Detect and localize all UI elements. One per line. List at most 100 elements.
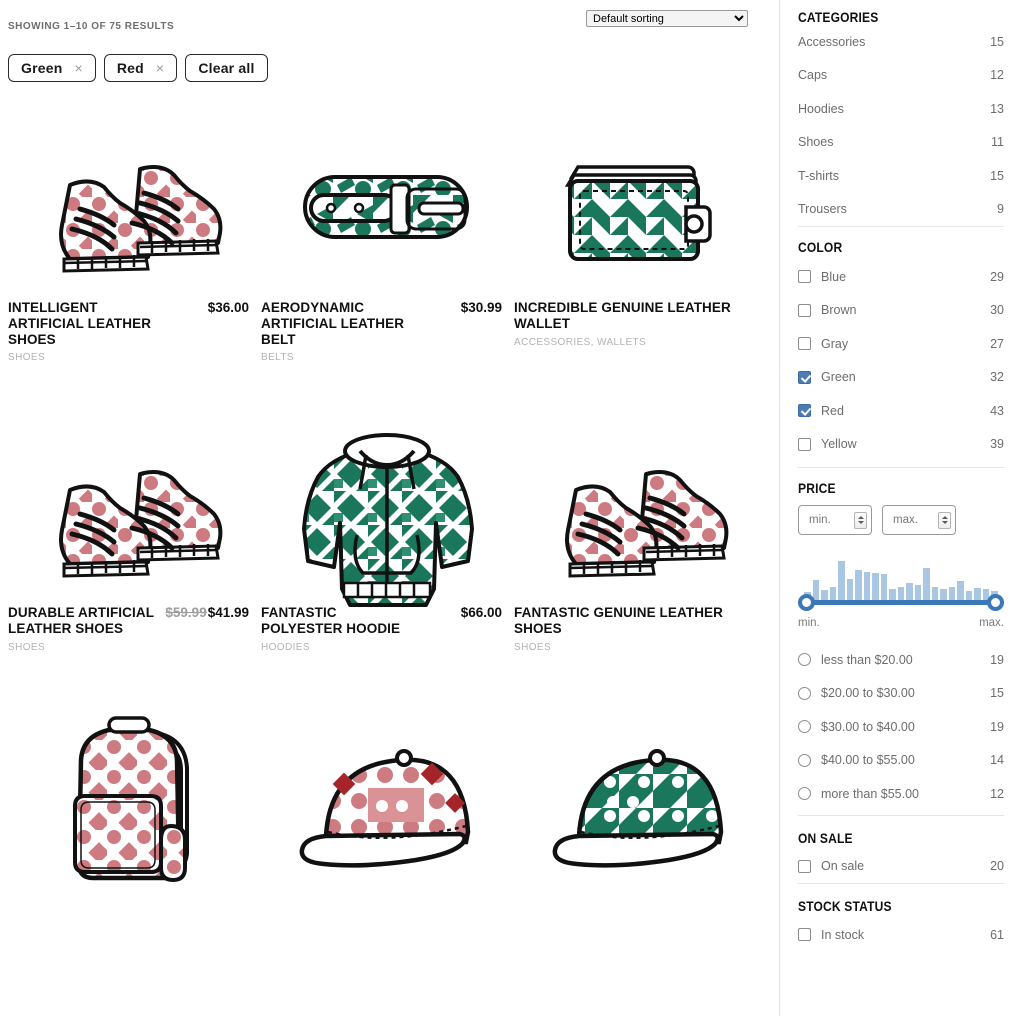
product-card[interactable]: AERODYNAMIC ARTIFICIAL LEATHER BELT BELT… xyxy=(261,120,514,363)
product-image-hoodie-green[interactable] xyxy=(261,425,514,607)
product-title[interactable]: DURABLE ARTIFICIAL LEATHER SHOES xyxy=(8,605,160,637)
radio-icon[interactable] xyxy=(798,787,811,801)
product-meta: FANTASTIC POLYESTER HOODIE HOODIES $66.0… xyxy=(261,605,514,653)
price-range-label: less than $20.00 xyxy=(821,652,913,667)
price-range-40-55[interactable]: $40.00 to $55.00 14 xyxy=(798,744,1004,778)
sidebar-item-caps[interactable]: Caps 12 xyxy=(798,59,1004,93)
price-min-field[interactable] xyxy=(798,505,872,535)
product-card[interactable]: FANTASTIC POLYESTER HOODIE HOODIES $66.0… xyxy=(261,425,514,653)
sidebar-item-hoodies[interactable]: Hoodies 13 xyxy=(798,92,1004,126)
stepper-icon[interactable] xyxy=(938,511,951,529)
checkbox-icon-checked[interactable] xyxy=(798,370,811,384)
price-histogram-slider[interactable] xyxy=(798,559,1004,613)
filter-chip-red[interactable]: Red × xyxy=(103,54,178,82)
radio-icon[interactable] xyxy=(798,720,811,734)
on-sale-filter[interactable]: On sale 20 xyxy=(798,850,1004,884)
product-card[interactable] xyxy=(8,713,261,903)
checkbox-icon[interactable] xyxy=(798,437,811,451)
product-categories: SHOES xyxy=(8,352,46,364)
category-label: Trousers xyxy=(798,202,847,217)
checkbox-icon[interactable] xyxy=(798,270,811,284)
product-meta: DURABLE ARTIFICIAL LEATHER SHOES SHOES $… xyxy=(8,605,261,653)
price-range-under-20[interactable]: less than $20.00 19 xyxy=(798,643,1004,677)
price-min-input[interactable] xyxy=(807,513,851,527)
product-image-backpack-red[interactable] xyxy=(8,713,261,898)
price-histogram xyxy=(798,559,1004,601)
in-stock-filter[interactable]: In stock 61 xyxy=(798,918,1004,952)
checkbox-icon[interactable] xyxy=(798,303,811,317)
product-image-cap-green[interactable] xyxy=(514,713,767,898)
filter-section-stock-status: STOCK STATUS In stock 61 xyxy=(798,884,1004,952)
price-range-20-30[interactable]: $20.00 to $30.00 15 xyxy=(798,677,1004,711)
product-image-belt-green[interactable] xyxy=(261,120,514,300)
slider-handle-min[interactable] xyxy=(798,594,815,611)
price-max-field[interactable] xyxy=(882,505,956,535)
product-title[interactable]: INTELLIGENT ARTIFICIAL LEATHER SHOES xyxy=(8,300,160,347)
product-categories: ACCESSORIES, WALLETS xyxy=(514,336,647,348)
price-max-input[interactable] xyxy=(891,513,935,527)
product-card[interactable]: DURABLE ARTIFICIAL LEATHER SHOES SHOES $… xyxy=(8,425,261,653)
histogram-bar xyxy=(897,587,905,601)
color-filter-blue[interactable]: Blue 29 xyxy=(798,260,1004,294)
product-price: $30.99 xyxy=(460,300,502,315)
sidebar-item-trousers[interactable]: Trousers 9 xyxy=(798,193,1004,227)
color-label: Blue xyxy=(821,269,847,284)
color-filter-red[interactable]: Red 43 xyxy=(798,394,1004,428)
histogram-bar xyxy=(863,572,871,601)
stepper-icon[interactable] xyxy=(854,511,867,529)
slider-handle-max[interactable] xyxy=(987,594,1004,611)
histogram-bar xyxy=(838,561,845,601)
sidebar-item-shoes[interactable]: Shoes 11 xyxy=(798,126,1004,160)
color-filter-gray[interactable]: Gray 27 xyxy=(798,327,1004,361)
radio-icon[interactable] xyxy=(798,686,811,700)
product-price: $66.00 xyxy=(460,605,502,621)
sidebar-item-accessories[interactable]: Accessories 15 xyxy=(798,25,1004,59)
product-card[interactable] xyxy=(261,713,514,903)
product-categories: HOODIES xyxy=(261,641,310,653)
slider-track[interactable] xyxy=(798,600,1004,605)
color-count: 43 xyxy=(990,403,1004,418)
category-count: 13 xyxy=(990,101,1004,116)
checkbox-icon-checked[interactable] xyxy=(798,404,811,418)
clear-all-button[interactable]: Clear all xyxy=(185,54,268,82)
product-image-shoes-red[interactable] xyxy=(8,425,261,605)
product-card[interactable]: FANTASTIC GENUINE LEATHER SHOES SHOES xyxy=(514,425,767,653)
color-count: 29 xyxy=(990,269,1004,284)
product-title[interactable]: FANTASTIC GENUINE LEATHER SHOES xyxy=(514,605,742,637)
product-card[interactable]: INCREDIBLE GENUINE LEATHER WALLET ACCESS… xyxy=(514,120,767,363)
color-filter-brown[interactable]: Brown 30 xyxy=(798,294,1004,328)
product-image-shoes-red[interactable] xyxy=(514,425,767,605)
category-count: 15 xyxy=(990,168,1004,183)
color-filter-green[interactable]: Green 32 xyxy=(798,361,1004,395)
close-icon[interactable]: × xyxy=(156,61,164,75)
product-title[interactable]: FANTASTIC POLYESTER HOODIE xyxy=(261,605,413,637)
radio-icon[interactable] xyxy=(798,653,811,667)
product-row xyxy=(8,713,771,903)
price-range-over-55[interactable]: more than $55.00 12 xyxy=(798,777,1004,811)
checkbox-icon[interactable] xyxy=(798,859,811,873)
product-title[interactable]: AERODYNAMIC ARTIFICIAL LEATHER BELT xyxy=(261,300,413,347)
color-filter-yellow[interactable]: Yellow 39 xyxy=(798,428,1004,462)
sidebar-item-tshirts[interactable]: T-shirts 15 xyxy=(798,159,1004,193)
product-title[interactable]: INCREDIBLE GENUINE LEATHER WALLET xyxy=(514,300,742,332)
product-image-shoes-red[interactable] xyxy=(8,120,261,300)
checkbox-icon[interactable] xyxy=(798,337,811,351)
product-image-wallet-green[interactable] xyxy=(514,120,767,300)
product-image-cap-red[interactable] xyxy=(261,713,514,898)
page-root: SHOWING 1–10 OF 75 RESULTS Default sorti… xyxy=(0,0,1024,1016)
product-meta: INTELLIGENT ARTIFICIAL LEATHER SHOES SHO… xyxy=(8,300,261,363)
checkbox-icon[interactable] xyxy=(798,928,811,942)
sort-select[interactable]: Default sorting xyxy=(586,10,748,27)
close-icon[interactable]: × xyxy=(74,61,82,75)
radio-icon[interactable] xyxy=(798,753,811,767)
in-stock-count: 61 xyxy=(990,927,1004,942)
product-card[interactable] xyxy=(514,713,767,903)
product-meta: FANTASTIC GENUINE LEATHER SHOES SHOES xyxy=(514,605,767,653)
filter-chip-green[interactable]: Green × xyxy=(8,54,96,82)
product-old-price: $59.99 xyxy=(165,605,207,621)
filter-section-categories: CATEGORIES Accessories 15 Caps 12 Hoodie… xyxy=(798,0,1004,226)
price-range-30-40[interactable]: $30.00 to $40.00 19 xyxy=(798,710,1004,744)
product-card[interactable]: INTELLIGENT ARTIFICIAL LEATHER SHOES SHO… xyxy=(8,120,261,363)
category-count: 15 xyxy=(990,34,1004,49)
section-heading-price: PRICE xyxy=(798,480,836,496)
